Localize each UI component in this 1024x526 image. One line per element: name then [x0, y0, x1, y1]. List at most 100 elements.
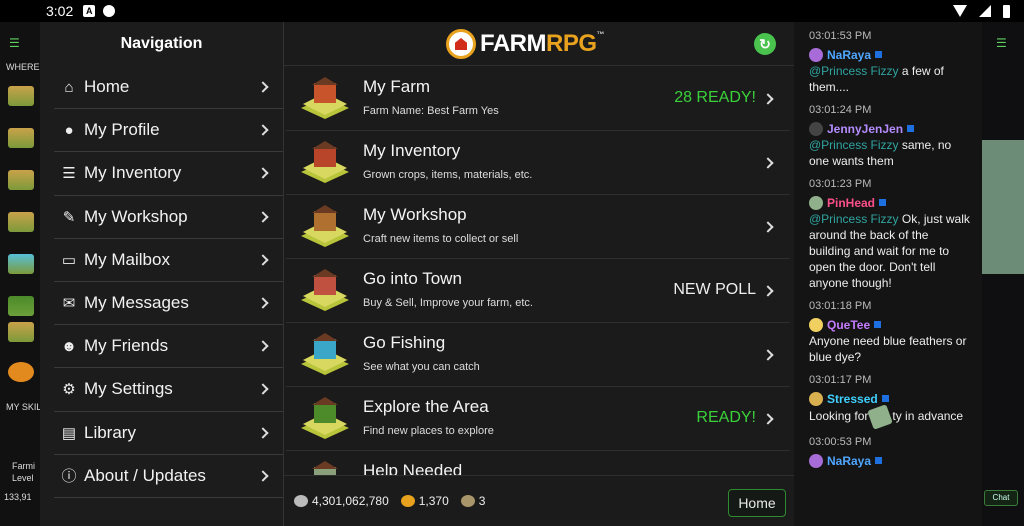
- menu-icon[interactable]: ☰: [996, 36, 1007, 50]
- map-preview: [982, 140, 1024, 274]
- mention-link[interactable]: @Princess Fizzy: [809, 138, 899, 152]
- background-right-panel: ☰ Chat: [982, 22, 1024, 526]
- chat-notification-icon: [103, 5, 116, 17]
- workshop-tile-icon[interactable]: [8, 170, 34, 190]
- row-badge: READY!: [696, 409, 756, 426]
- row-subtitle: Grown crops, items, materials, etc.: [363, 169, 533, 181]
- nav-item-home[interactable]: ⌂ Home: [54, 66, 283, 110]
- my-workshop-icon: [301, 205, 349, 247]
- menu-row-help-needed[interactable]: Help Needed: [286, 451, 790, 475]
- chat-button[interactable]: Chat: [984, 490, 1018, 506]
- town-tile-icon[interactable]: [8, 212, 34, 232]
- menu-row-my-farm[interactable]: My Farm Farm Name: Best Farm Yes 28 READY!: [286, 67, 790, 131]
- explore-tile-icon[interactable]: [8, 296, 34, 316]
- menu-icon[interactable]: ☰: [9, 36, 20, 50]
- chat-message: 03:00:53 PM NaRaya: [809, 436, 972, 469]
- farming-skill[interactable]: Farmi Level: [12, 460, 35, 484]
- message-user[interactable]: JennyJenJen: [809, 120, 972, 137]
- message-time: 03:00:53 PM: [809, 436, 872, 448]
- farm-tile-icon[interactable]: [8, 86, 34, 106]
- nav-item-about-updates[interactable]: ⓘ About / Updates: [54, 455, 283, 498]
- nav-item-label: My Profile: [84, 120, 160, 140]
- menu-row-explore-the-area[interactable]: Explore the Area Find new places to explo…: [286, 387, 790, 451]
- nav-item-label: My Workshop: [84, 206, 188, 226]
- item-icon[interactable]: [867, 404, 894, 430]
- menu-row-go-into-town[interactable]: Go into Town Buy & Sell, Improve your far…: [286, 259, 790, 323]
- nav-item-my-friends[interactable]: ☻ My Friends: [54, 325, 283, 369]
- username[interactable]: QueTee: [827, 318, 870, 332]
- username[interactable]: JennyJenJen: [827, 122, 903, 136]
- menu-row-my-workshop[interactable]: My Workshop Craft new items to collect or…: [286, 195, 790, 259]
- chevron-right-icon: [257, 254, 269, 266]
- message-text: @Princess Fizzy a few of them....: [809, 63, 972, 95]
- farmrpg-logo[interactable]: FARMRPG™: [446, 28, 604, 60]
- message-time: 03:01:18 PM: [809, 300, 872, 312]
- username[interactable]: NaRaya: [827, 454, 871, 468]
- message-text: Anyone need blue feathers or blue dye?: [809, 334, 967, 364]
- chevron-right-icon: [257, 210, 269, 223]
- avatar[interactable]: [809, 47, 823, 62]
- message-user[interactable]: QueTee: [809, 316, 972, 333]
- avatar[interactable]: [809, 391, 823, 406]
- nav-item-label: My Friends: [84, 336, 169, 356]
- gold-coin-icon[interactable]: [8, 362, 34, 382]
- avatar[interactable]: [809, 195, 823, 210]
- chevron-right-icon: [257, 167, 269, 180]
- row-title: Help Needed: [363, 461, 463, 475]
- logo-text: FARMRPG™: [480, 30, 605, 57]
- help-tile-icon[interactable]: [8, 322, 34, 342]
- chat-message: 03:01:17 PM Stressed Looking for ty in adva…: [809, 374, 972, 430]
- nav-item-label: Library: [84, 422, 136, 442]
- mention-link[interactable]: @Princess Fizzy: [809, 64, 899, 78]
- fishing-tile-icon[interactable]: [8, 254, 34, 274]
- row-title: Go into Town: [363, 269, 462, 288]
- signal-icon: [979, 5, 991, 17]
- avatar[interactable]: [809, 317, 823, 332]
- username[interactable]: Stressed: [827, 392, 878, 406]
- go-into-town-icon: [301, 269, 349, 311]
- nav-item-my-settings[interactable]: ⚙ My Settings: [54, 368, 283, 412]
- silver-partial: 133,91: [4, 492, 32, 502]
- chat-message: 03:01:24 PM JennyJenJen @Princess Fizzy sa…: [809, 104, 972, 169]
- refresh-button[interactable]: ↻: [754, 33, 776, 55]
- nav-item-library[interactable]: ▤ Library: [54, 412, 283, 455]
- avatar[interactable]: [809, 121, 823, 136]
- flag-icon: [875, 51, 883, 58]
- row-subtitle: See what you can catch: [363, 361, 480, 373]
- message-time: 03:01:24 PM: [809, 104, 872, 116]
- mention-link[interactable]: @Princess Fizzy: [809, 212, 899, 226]
- avatar[interactable]: [809, 453, 823, 468]
- home-button[interactable]: Home: [728, 489, 786, 517]
- message-user[interactable]: NaRaya: [809, 452, 972, 469]
- chat-message: 03:01:53 PM NaRaya @Princess Fizzy a few o…: [809, 30, 972, 95]
- message-user[interactable]: NaRaya: [809, 46, 972, 63]
- nav-item-my-profile[interactable]: ● My Profile: [54, 109, 283, 153]
- nav-item-my-mailbox[interactable]: ▭ My Mailbox: [54, 239, 283, 282]
- menu-row-my-inventory[interactable]: My Inventory Grown crops, items, material…: [286, 131, 790, 195]
- wifi-icon: [953, 5, 967, 17]
- chevron-right-icon: [762, 156, 774, 169]
- header: FARMRPG™ ↻: [284, 22, 794, 66]
- row-title: My Workshop: [363, 205, 467, 224]
- ancient-coin-amount: 3: [478, 494, 486, 508]
- skills-label: MY SKIL: [6, 402, 40, 412]
- username[interactable]: PinHead: [827, 196, 875, 210]
- home-icon: ⌂: [64, 78, 74, 96]
- chat-message: 03:01:23 PM PinHead @Princess Fizzy Ok, ju…: [809, 178, 972, 291]
- list-icon: ☰: [62, 165, 76, 183]
- navigation-list: ⌂ Home ● My Profile ☰ My Inventory ✎ My Worksho…: [40, 66, 283, 498]
- menu-row-go-fishing[interactable]: Go Fishing See what you can catch: [286, 323, 790, 387]
- nav-item-my-workshop[interactable]: ✎ My Workshop: [54, 196, 283, 239]
- row-subtitle: Find new places to explore: [363, 425, 494, 437]
- inventory-tile-icon[interactable]: [8, 128, 34, 148]
- username[interactable]: NaRaya: [827, 48, 871, 62]
- message-user[interactable]: Stressed: [809, 390, 972, 407]
- refresh-icon: ↻: [759, 36, 771, 52]
- nav-item-label: My Settings: [84, 379, 173, 399]
- row-subtitle: Farm Name: Best Farm Yes: [363, 105, 499, 117]
- nav-item-my-messages[interactable]: ✉ My Messages: [54, 282, 283, 326]
- chevron-right-icon: [257, 81, 269, 93]
- nav-item-my-inventory[interactable]: ☰ My Inventory: [54, 152, 283, 196]
- message-user[interactable]: PinHead: [809, 194, 972, 211]
- flag-icon: [907, 125, 915, 132]
